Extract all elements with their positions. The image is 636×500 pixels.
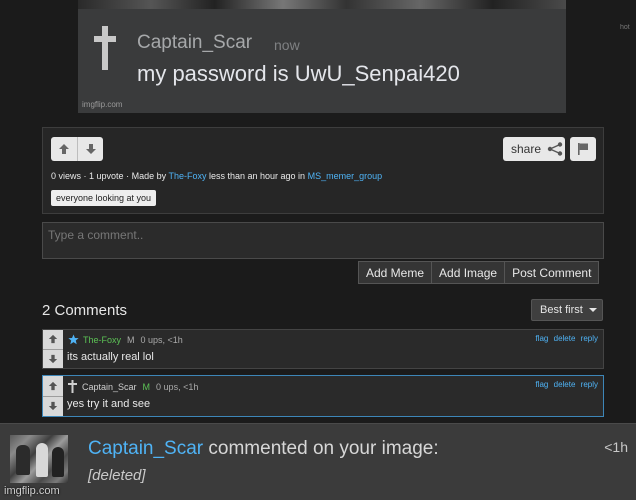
reply-link[interactable]: reply [581, 380, 598, 389]
comment-input[interactable]: Type a comment.. [42, 222, 604, 259]
flag-link[interactable]: flag [535, 334, 548, 343]
notification-user[interactable]: Captain_Scar [88, 438, 203, 459]
comment-item: The-Foxy M 0 ups, <1h its actually real … [42, 329, 604, 369]
comment-actions: Add Meme Add Image Post Comment [358, 261, 600, 284]
notification-time: <1h [604, 439, 628, 455]
flag-icon [578, 143, 588, 155]
comment-downvote-button[interactable] [43, 395, 63, 416]
post-comment-button[interactable]: Post Comment [505, 261, 600, 284]
reply-link[interactable]: reply [581, 334, 598, 343]
views-count: 0 views [51, 171, 82, 181]
flag-link[interactable]: flag [535, 380, 548, 389]
arrow-down-icon [48, 354, 58, 363]
comment-vote [43, 330, 63, 368]
cross-icon [94, 26, 116, 70]
mod-badge: M [142, 381, 151, 392]
comment-body: yes try it and see [67, 398, 151, 410]
star-icon [68, 334, 79, 345]
arrow-down-icon [85, 144, 96, 154]
comment-upvote-button[interactable] [43, 376, 63, 396]
sort-value: Best first [540, 304, 583, 316]
chevron-down-icon [588, 308, 597, 312]
creator-link[interactable]: The-Foxy [168, 171, 206, 181]
comment-author[interactable]: Captain_Scar [82, 382, 137, 392]
comments-count: 2 Comments [42, 302, 128, 319]
share-label: share [511, 142, 542, 156]
arrow-up-icon [48, 335, 58, 344]
share-icon [547, 142, 563, 156]
arrow-up-icon [59, 144, 69, 154]
delete-link[interactable]: delete [554, 380, 576, 389]
vote-group [51, 137, 103, 161]
comment-downvote-button[interactable] [43, 348, 63, 368]
image-meta-line: 0 views · 1 upvote · Made by The-Foxy le… [51, 171, 383, 181]
upvote-button[interactable] [51, 137, 77, 161]
cross-icon [68, 380, 77, 393]
comment-header: Captain_Scar M 0 ups, <1h [68, 380, 198, 393]
comment-stats: 0 ups, <1h [156, 381, 199, 392]
comment-body: its actually real lol [67, 351, 154, 363]
footer-watermark: imgflip.com [4, 485, 60, 497]
notification-body: [deleted] [88, 467, 146, 484]
notification-banner[interactable]: Captain_Scar commented on your image: <1… [0, 423, 636, 500]
time-label: less than an hour ago in [208, 171, 306, 181]
notification-title: Captain_Scar commented on your image: [88, 438, 439, 460]
stream-link[interactable]: MS_memer_group [308, 171, 383, 181]
add-image-button[interactable]: Add Image [432, 261, 506, 284]
mod-badge: M [127, 334, 135, 345]
made-by-label: · Made by [126, 171, 167, 181]
meme-author: Captain_Scar [137, 32, 253, 53]
arrow-down-icon [48, 402, 58, 411]
arrow-up-icon [48, 381, 58, 390]
share-button[interactable]: share [503, 137, 565, 161]
comment-vote [43, 376, 63, 416]
comment-item: Captain_Scar M 0 ups, <1h yes try it and… [42, 375, 604, 417]
comment-stats: 0 ups, <1h [140, 334, 183, 345]
flag-button[interactable] [570, 137, 596, 161]
image-info-panel: share 0 views · 1 upvote · Made by The-F… [42, 127, 604, 214]
meme-image: Captain_Scar now my password is UwU_Senp… [78, 0, 566, 113]
notification-action: commented on your image: [203, 438, 439, 459]
upvote-count: 1 upvote [89, 171, 124, 181]
comment-actions: flag delete reply [532, 334, 598, 343]
notification-thumbnail [10, 435, 68, 483]
add-meme-button[interactable]: Add Meme [358, 261, 433, 284]
sort-select[interactable]: Best first [531, 299, 603, 321]
side-hint-text: hot [620, 24, 630, 31]
meme-photo-strip [78, 0, 566, 9]
comment-actions: flag delete reply [532, 380, 598, 389]
comment-author[interactable]: The-Foxy [83, 335, 121, 345]
downvote-button[interactable] [77, 137, 103, 161]
image-tag[interactable]: everyone looking at you [51, 190, 157, 206]
meme-caption: my password is UwU_Senpai420 [137, 61, 460, 86]
delete-link[interactable]: delete [554, 334, 576, 343]
comment-header: The-Foxy M 0 ups, <1h [68, 334, 183, 345]
meme-time: now [274, 37, 300, 53]
meme-watermark: imgflip.com [82, 100, 123, 109]
comment-upvote-button[interactable] [43, 330, 63, 349]
